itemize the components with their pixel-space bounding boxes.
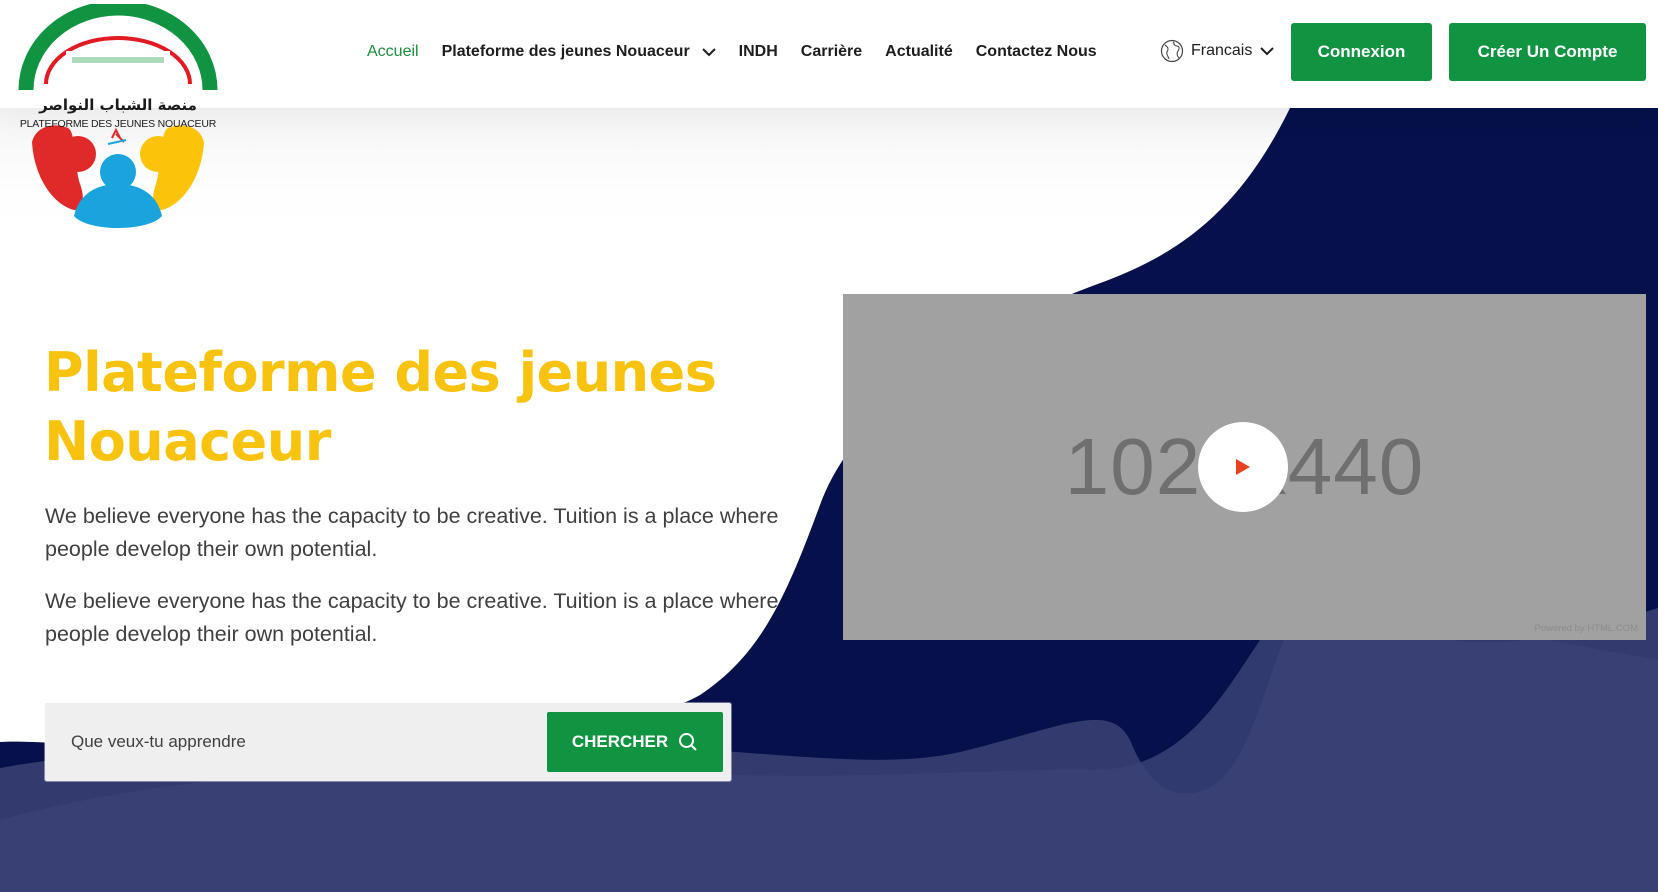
- search-button[interactable]: CHERCHER: [547, 712, 723, 772]
- nav-item-plateforme[interactable]: Plateforme des jeunes Nouaceur: [442, 43, 716, 61]
- hero-paragraph-2: We believe everyone has the capacity to …: [45, 589, 779, 646]
- nav-item-label: Accueil: [367, 43, 419, 60]
- hero-title-line1: Plateforme des jeunes: [44, 341, 717, 404]
- site-header: Accueil Plateforme des jeunes Nouaceur I…: [0, 0, 1658, 108]
- register-button[interactable]: Créer Un Compte: [1449, 23, 1646, 81]
- hero-paragraph-1: We believe everyone has the capacity to …: [45, 504, 779, 561]
- search-button-label: CHERCHER: [571, 732, 669, 751]
- logo-latin-text: PLATEFORME DES JEUNES NOUACEUR: [19, 118, 217, 130]
- nav-item-indh[interactable]: INDH: [739, 43, 778, 61]
- play-icon: [1236, 459, 1250, 475]
- nav-item-accueil[interactable]: Accueil: [367, 43, 419, 61]
- nav-item-contact[interactable]: Contactez Nous: [976, 43, 1097, 61]
- chevron-down-icon: [701, 47, 716, 56]
- main-nav: Accueil Plateforme des jeunes Nouaceur I…: [367, 40, 1120, 64]
- globe-icon: [1160, 39, 1184, 63]
- nav-item-carriere[interactable]: Carrière: [801, 43, 862, 61]
- search-box: CHERCHER: [45, 703, 731, 781]
- nav-item-label: Contactez Nous: [975, 43, 1097, 60]
- search-icon: [679, 733, 697, 751]
- language-label: Francais: [1191, 42, 1253, 59]
- logo-arabic-text: منصة الشباب النواصر: [39, 96, 197, 114]
- nav-item-label: Plateforme des jeunes Nouaceur: [441, 43, 690, 60]
- site-logo[interactable]: منصة الشباب النواصر PLATEFORME DES JEUNE…: [16, 4, 220, 244]
- nav-item-actualite[interactable]: Actualité: [885, 43, 953, 61]
- nav-item-label: Actualité: [885, 43, 953, 60]
- language-selector[interactable]: Francais: [1160, 39, 1275, 63]
- login-button[interactable]: Connexion: [1291, 23, 1432, 81]
- hero-title: Plateforme des jeunes Nouaceur: [44, 338, 764, 476]
- play-button[interactable]: [1198, 422, 1288, 512]
- nav-item-label: Carrière: [800, 43, 863, 60]
- nav-item-label: INDH: [738, 43, 778, 60]
- video-player[interactable]: 1020x440 Powered by HTML.COM: [843, 294, 1646, 640]
- search-input[interactable]: [45, 703, 525, 781]
- chevron-down-icon: [1260, 46, 1275, 55]
- powered-by-label: Powered by HTML.COM: [1534, 623, 1638, 634]
- hero-title-line2: Nouaceur: [44, 410, 331, 473]
